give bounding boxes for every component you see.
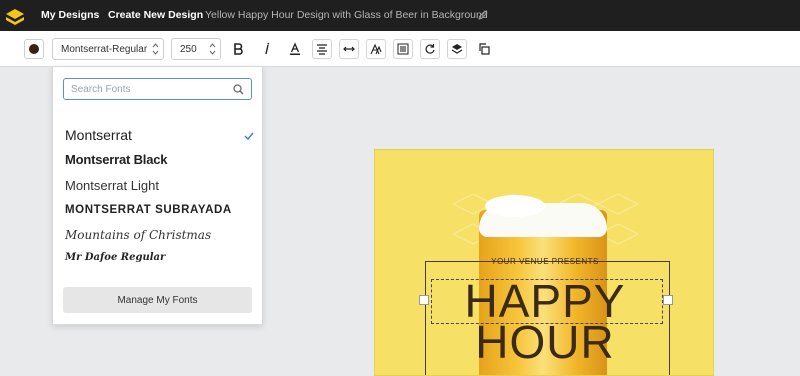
font-family-select[interactable]: Montserrat-Regular	[52, 38, 164, 60]
copy-icon	[479, 43, 490, 55]
checkerboard-icon	[397, 43, 409, 55]
rotate-icon	[425, 44, 435, 54]
font-dropdown: Montserrat Montserrat Black Montserrat L…	[52, 66, 263, 325]
text-effects-icon	[370, 43, 382, 55]
resize-handle-left[interactable]	[419, 295, 429, 305]
transparency-button[interactable]	[393, 39, 413, 59]
document-title[interactable]: Yellow Happy Hour Design with Glass of B…	[205, 9, 488, 21]
font-option-mountains-of-christmas[interactable]: Mountains of Christmas	[65, 228, 211, 242]
color-swatch-dot	[29, 44, 39, 54]
font-option-mr-dafoe[interactable]: Mr Dafoe Regular	[65, 252, 165, 263]
beer-foam-top	[485, 195, 545, 217]
align-center-icon	[317, 44, 327, 55]
font-option-montserrat[interactable]: Montserrat	[65, 127, 132, 143]
rotate-button[interactable]	[420, 39, 440, 59]
design-canvas[interactable]: YOUR VENUE PRESENTS HAPPY HOUR	[374, 149, 714, 376]
layers-button[interactable]	[447, 39, 467, 59]
letter-spacing-icon	[343, 46, 355, 52]
align-center-button[interactable]	[312, 39, 332, 59]
letter-spacing-button[interactable]	[339, 39, 359, 59]
text-color-picker[interactable]	[24, 39, 44, 59]
top-bar: My Designs Create New Design Yellow Happ…	[0, 0, 800, 31]
font-search-input[interactable]	[63, 78, 252, 100]
search-icon[interactable]	[233, 84, 244, 95]
pencil-icon[interactable]	[477, 9, 489, 21]
font-size-select[interactable]: 250	[171, 38, 221, 60]
text-toolbar: Montserrat-Regular 250	[0, 31, 800, 67]
font-family-value: Montserrat-Regular	[61, 44, 148, 55]
select-arrows-icon	[152, 43, 159, 55]
font-option-montserrat-light[interactable]: Montserrat Light	[65, 178, 159, 193]
italic-button[interactable]	[257, 39, 277, 59]
text-effects-button[interactable]	[366, 39, 386, 59]
text-color-button[interactable]	[285, 39, 305, 59]
duplicate-button[interactable]	[474, 39, 494, 59]
app-logo-icon[interactable]	[4, 5, 26, 27]
resize-handle-right[interactable]	[663, 295, 673, 305]
venue-text[interactable]: YOUR VENUE PRESENTS	[375, 257, 713, 266]
my-designs-link[interactable]: My Designs	[41, 9, 99, 21]
font-size-value: 250	[180, 44, 197, 55]
check-icon	[244, 132, 254, 140]
manage-fonts-button[interactable]: Manage My Fonts	[63, 287, 252, 313]
font-option-montserrat-subrayada[interactable]: MONTSERRAT SUBRAYADA	[65, 204, 232, 216]
hour-text[interactable]: HOUR	[375, 319, 713, 365]
font-color-icon	[290, 42, 300, 55]
select-arrows-icon	[209, 43, 216, 55]
selection-box[interactable]	[431, 279, 663, 324]
bold-button[interactable]	[228, 39, 248, 59]
font-option-montserrat-black[interactable]: Montserrat Black	[65, 152, 167, 167]
italic-icon	[265, 42, 270, 55]
bold-icon	[234, 43, 243, 55]
create-new-design-link[interactable]: Create New Design	[108, 9, 203, 21]
layers-icon	[451, 44, 463, 54]
